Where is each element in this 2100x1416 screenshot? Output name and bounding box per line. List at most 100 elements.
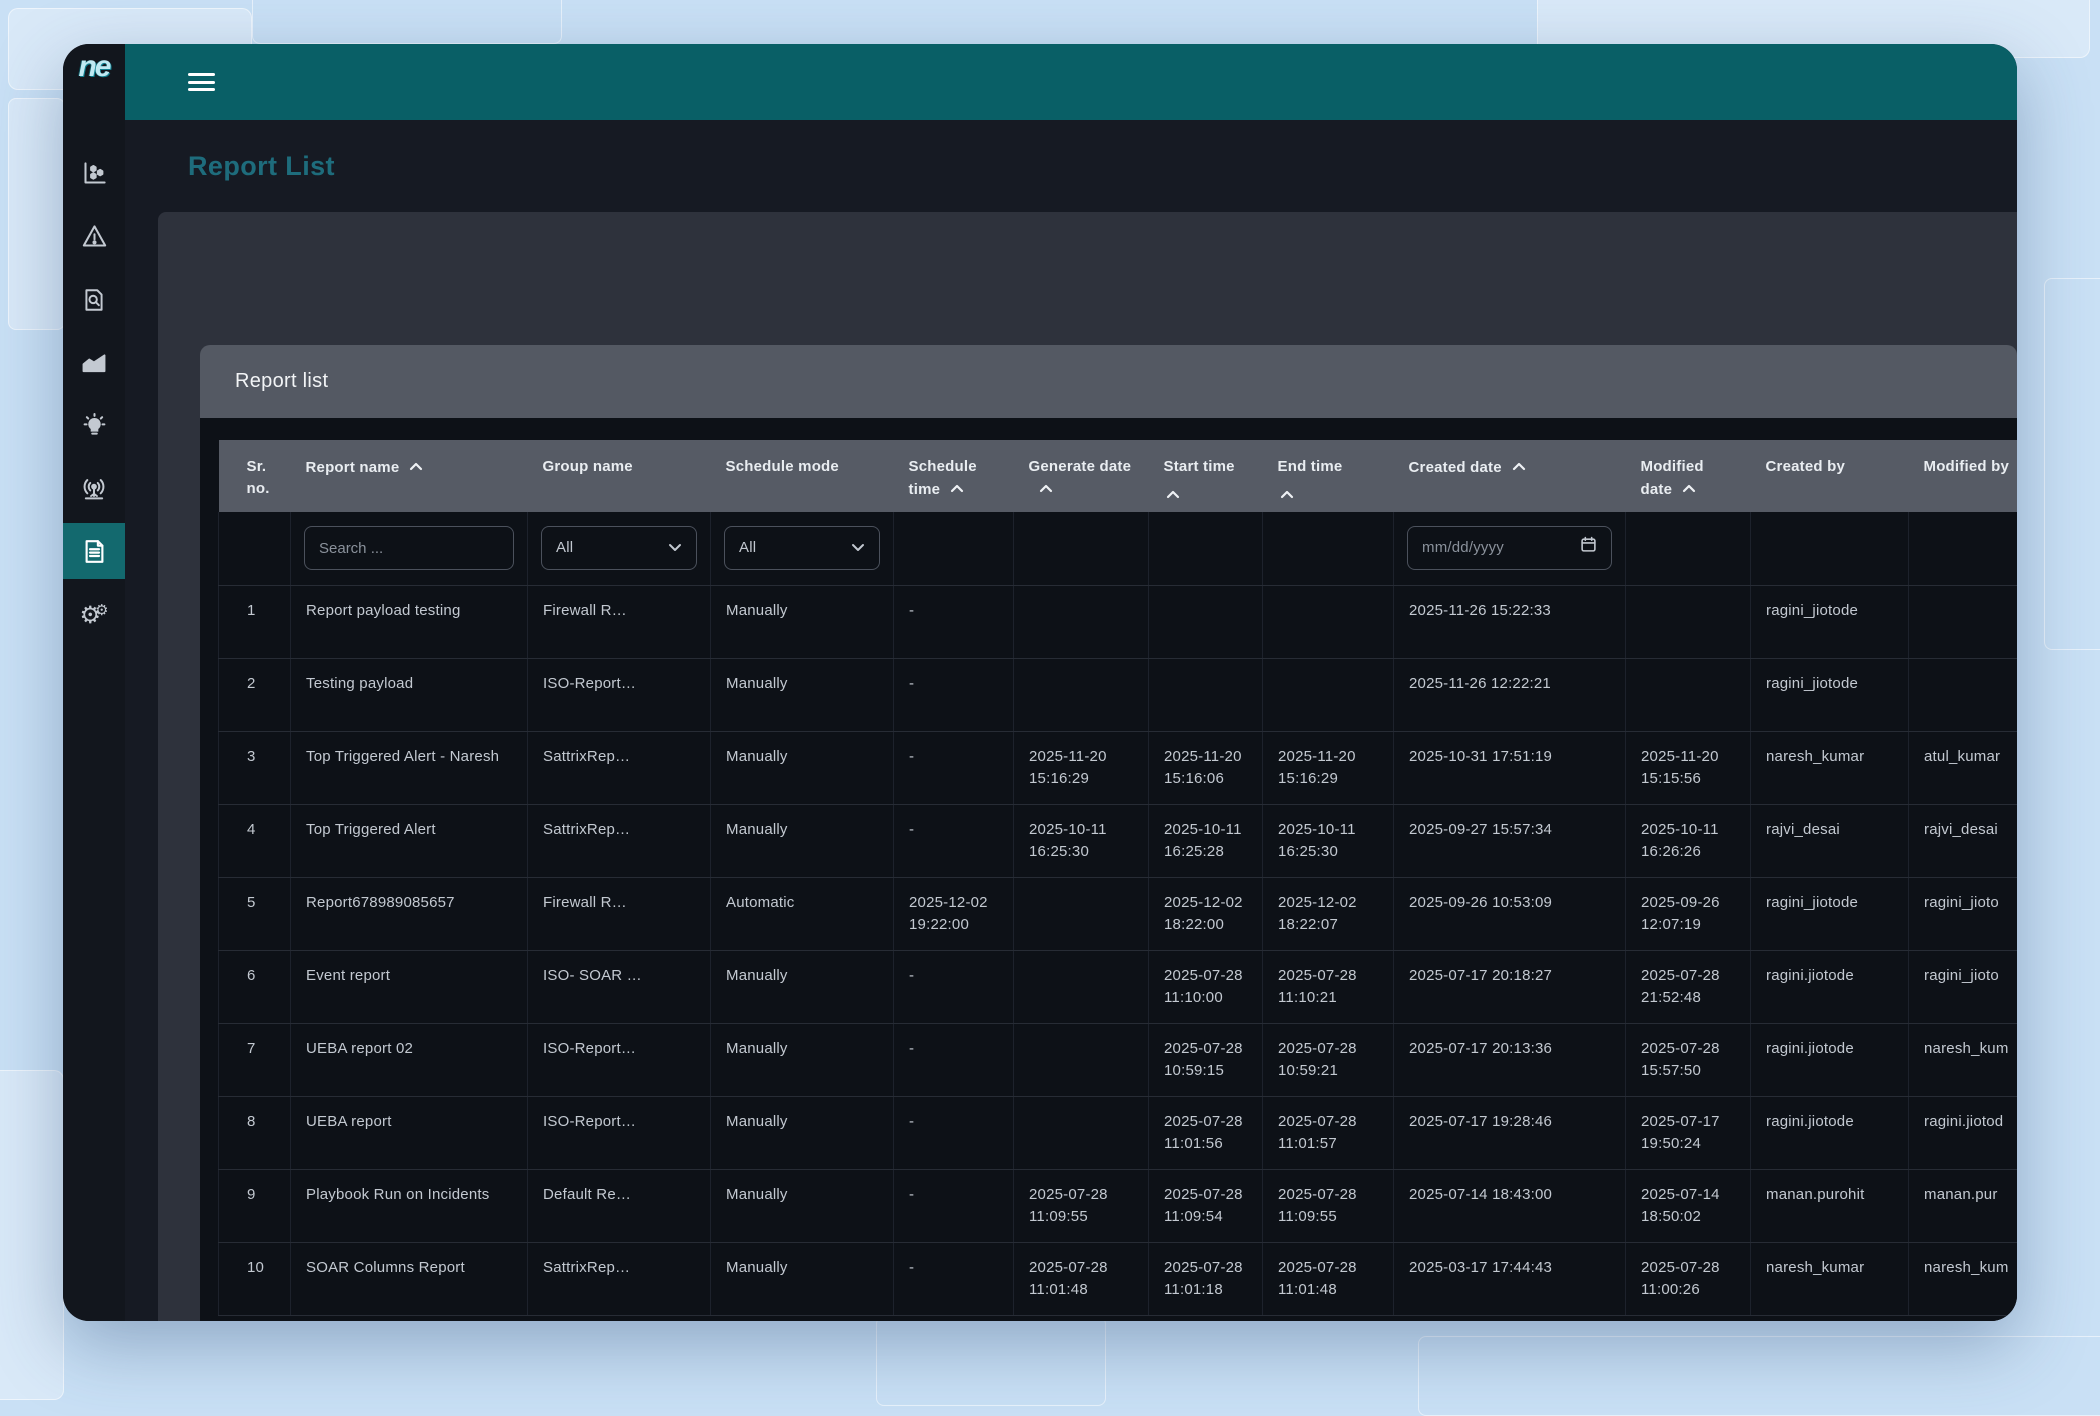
filter-row: All All [219, 512, 2018, 585]
cell-start-time: 2025-07-28 11:01:18 [1149, 1242, 1263, 1315]
report-list-card: Report list Sr. no. [200, 345, 2017, 1321]
cell-generate-date: 2025-07-28 11:09:55 [1014, 1169, 1149, 1242]
cell-created-by: ragini_jiotode [1751, 585, 1909, 658]
col-header-report-name[interactable]: Report name [291, 440, 528, 512]
group-name-filter-select[interactable]: All [541, 526, 697, 570]
cell-modified-date: 2025-07-17 19:50:24 [1626, 1096, 1751, 1169]
sidebar-item-reports[interactable] [63, 523, 125, 579]
cell-modified-date: 2025-10-11 16:26:26 [1626, 804, 1751, 877]
cell-schedule-time: - [894, 1096, 1014, 1169]
cell-schedule-mode: Manually [711, 1023, 894, 1096]
cell-schedule-time: - [894, 731, 1014, 804]
cell-start-time [1149, 658, 1263, 731]
chevron-down-icon [668, 537, 682, 559]
cell-created-by: ragini_jiotode [1751, 877, 1909, 950]
filter-cell-empty [1751, 512, 1909, 585]
col-header-group-name: Group name [528, 440, 711, 512]
cell-schedule-time: 2025-12-02 19:22:00 [894, 877, 1014, 950]
table-row: 2 Testing payload ISO-Report… Manually -… [219, 658, 2018, 731]
insights-icon [81, 412, 108, 439]
cell-modified-by [1909, 585, 2018, 658]
cell-group-name: ISO-Report… [528, 1096, 711, 1169]
background-pattern-block [252, 0, 562, 44]
date-placeholder: mm/dd/yyyy [1422, 537, 1504, 559]
cell-created-by: rajvi_desai [1751, 804, 1909, 877]
col-header-end-time[interactable]: End time [1263, 440, 1394, 512]
app-logo[interactable]: ne [63, 44, 125, 120]
cell-modified-by: ragini.jiotod [1909, 1096, 2018, 1169]
cell-sr-no: 1 [219, 585, 291, 658]
sidebar-item-trend-chart[interactable] [63, 331, 125, 394]
sidebar-item-log-search[interactable] [63, 268, 125, 331]
reports-icon [81, 538, 108, 565]
cell-report-name: UEBA report [291, 1096, 528, 1169]
col-header-schedule-time[interactable]: Schedule time [894, 440, 1014, 512]
cell-end-time: 2025-07-28 11:09:55 [1263, 1169, 1394, 1242]
col-header-created-date[interactable]: Created date [1394, 440, 1626, 512]
cell-generate-date [1014, 1023, 1149, 1096]
cell-end-time: 2025-07-28 11:01:57 [1263, 1096, 1394, 1169]
sidebar-item-analytics[interactable] [63, 142, 125, 205]
cell-sr-no: 6 [219, 950, 291, 1023]
cell-end-time [1263, 658, 1394, 731]
cell-created-date: 2025-09-27 15:57:34 [1394, 804, 1626, 877]
cell-schedule-time: - [894, 1169, 1014, 1242]
cell-modified-by: rajvi_desai [1909, 804, 2018, 877]
table-row: 4 Top Triggered Alert SattrixRep… Manual… [219, 804, 2018, 877]
cell-group-name: SattrixRep… [528, 804, 711, 877]
sort-caret-icon [950, 478, 964, 500]
cell-created-by: naresh_kumar [1751, 1242, 1909, 1315]
cell-sr-no: 7 [219, 1023, 291, 1096]
sidebar-item-broadcast[interactable] [63, 457, 125, 520]
cell-modified-by: atul_kumar [1909, 731, 2018, 804]
cell-modified-date: 2025-07-14 18:50:02 [1626, 1169, 1751, 1242]
background-pattern-block [1418, 1336, 2100, 1416]
cell-schedule-time: - [894, 658, 1014, 731]
col-header-start-time[interactable]: Start time [1149, 440, 1263, 512]
table-row: 9 Playbook Run on Incidents Default Re… … [219, 1169, 2018, 1242]
cell-generate-date: 2025-11-20 15:16:29 [1014, 731, 1149, 804]
hamburger-menu-icon[interactable] [188, 73, 215, 91]
created-date-filter-input[interactable]: mm/dd/yyyy [1407, 526, 1612, 570]
table-row: 5 Report678989085657 Firewall R… Automat… [219, 877, 2018, 950]
cell-report-name: UEBA report 02 [291, 1023, 528, 1096]
cell-end-time: 2025-07-28 11:01:48 [1263, 1242, 1394, 1315]
cell-generate-date [1014, 658, 1149, 731]
sidebar-item-insights[interactable] [63, 394, 125, 457]
cell-modified-by [1909, 658, 2018, 731]
cell-generate-date: 2025-10-11 16:25:30 [1014, 804, 1149, 877]
report-name-search-input[interactable] [304, 526, 514, 570]
page-body: Report List Report list [125, 120, 2017, 1321]
cell-start-time: 2025-07-28 10:59:15 [1149, 1023, 1263, 1096]
sort-caret-icon [1512, 456, 1526, 478]
cell-schedule-time: - [894, 1242, 1014, 1315]
cell-created-date: 2025-03-17 17:44:43 [1394, 1242, 1626, 1315]
cell-modified-date [1626, 658, 1751, 731]
cell-modified-date: 2025-11-20 15:15:56 [1626, 731, 1751, 804]
col-header-modified-date[interactable]: Modified date [1626, 440, 1751, 512]
cell-modified-date [1626, 585, 1751, 658]
cell-sr-no: 2 [219, 658, 291, 731]
cell-generate-date [1014, 585, 1149, 658]
table-header-row: Sr. no. Report name Group name Schedule … [219, 440, 2018, 512]
sidebar-item-settings[interactable]: ⚙⚙ [63, 583, 125, 646]
sidebar-item-alerts[interactable] [63, 205, 125, 268]
cell-created-by: manan.purohit [1751, 1169, 1909, 1242]
log-search-icon [81, 287, 107, 313]
cell-group-name: ISO- SOAR … [528, 950, 711, 1023]
sort-caret-icon [1280, 484, 1379, 506]
content-panel: Report list Sr. no. [158, 212, 2017, 1321]
background-pattern-block [0, 1070, 64, 1400]
cell-schedule-mode: Manually [711, 804, 894, 877]
filter-cell-schedule: All [711, 512, 894, 585]
background-pattern-block [8, 98, 65, 330]
filter-cell-empty [1626, 512, 1751, 585]
report-table: Sr. no. Report name Group name Schedule … [218, 440, 2017, 1316]
col-header-generate-date[interactable]: Generate date [1014, 440, 1149, 512]
schedule-mode-filter-select[interactable]: All [724, 526, 880, 570]
cell-schedule-time: - [894, 950, 1014, 1023]
cell-created-date: 2025-07-14 18:43:00 [1394, 1169, 1626, 1242]
cell-modified-date: 2025-07-28 11:00:26 [1626, 1242, 1751, 1315]
analytics-icon [81, 160, 108, 187]
group-filter-value: All [556, 537, 573, 559]
